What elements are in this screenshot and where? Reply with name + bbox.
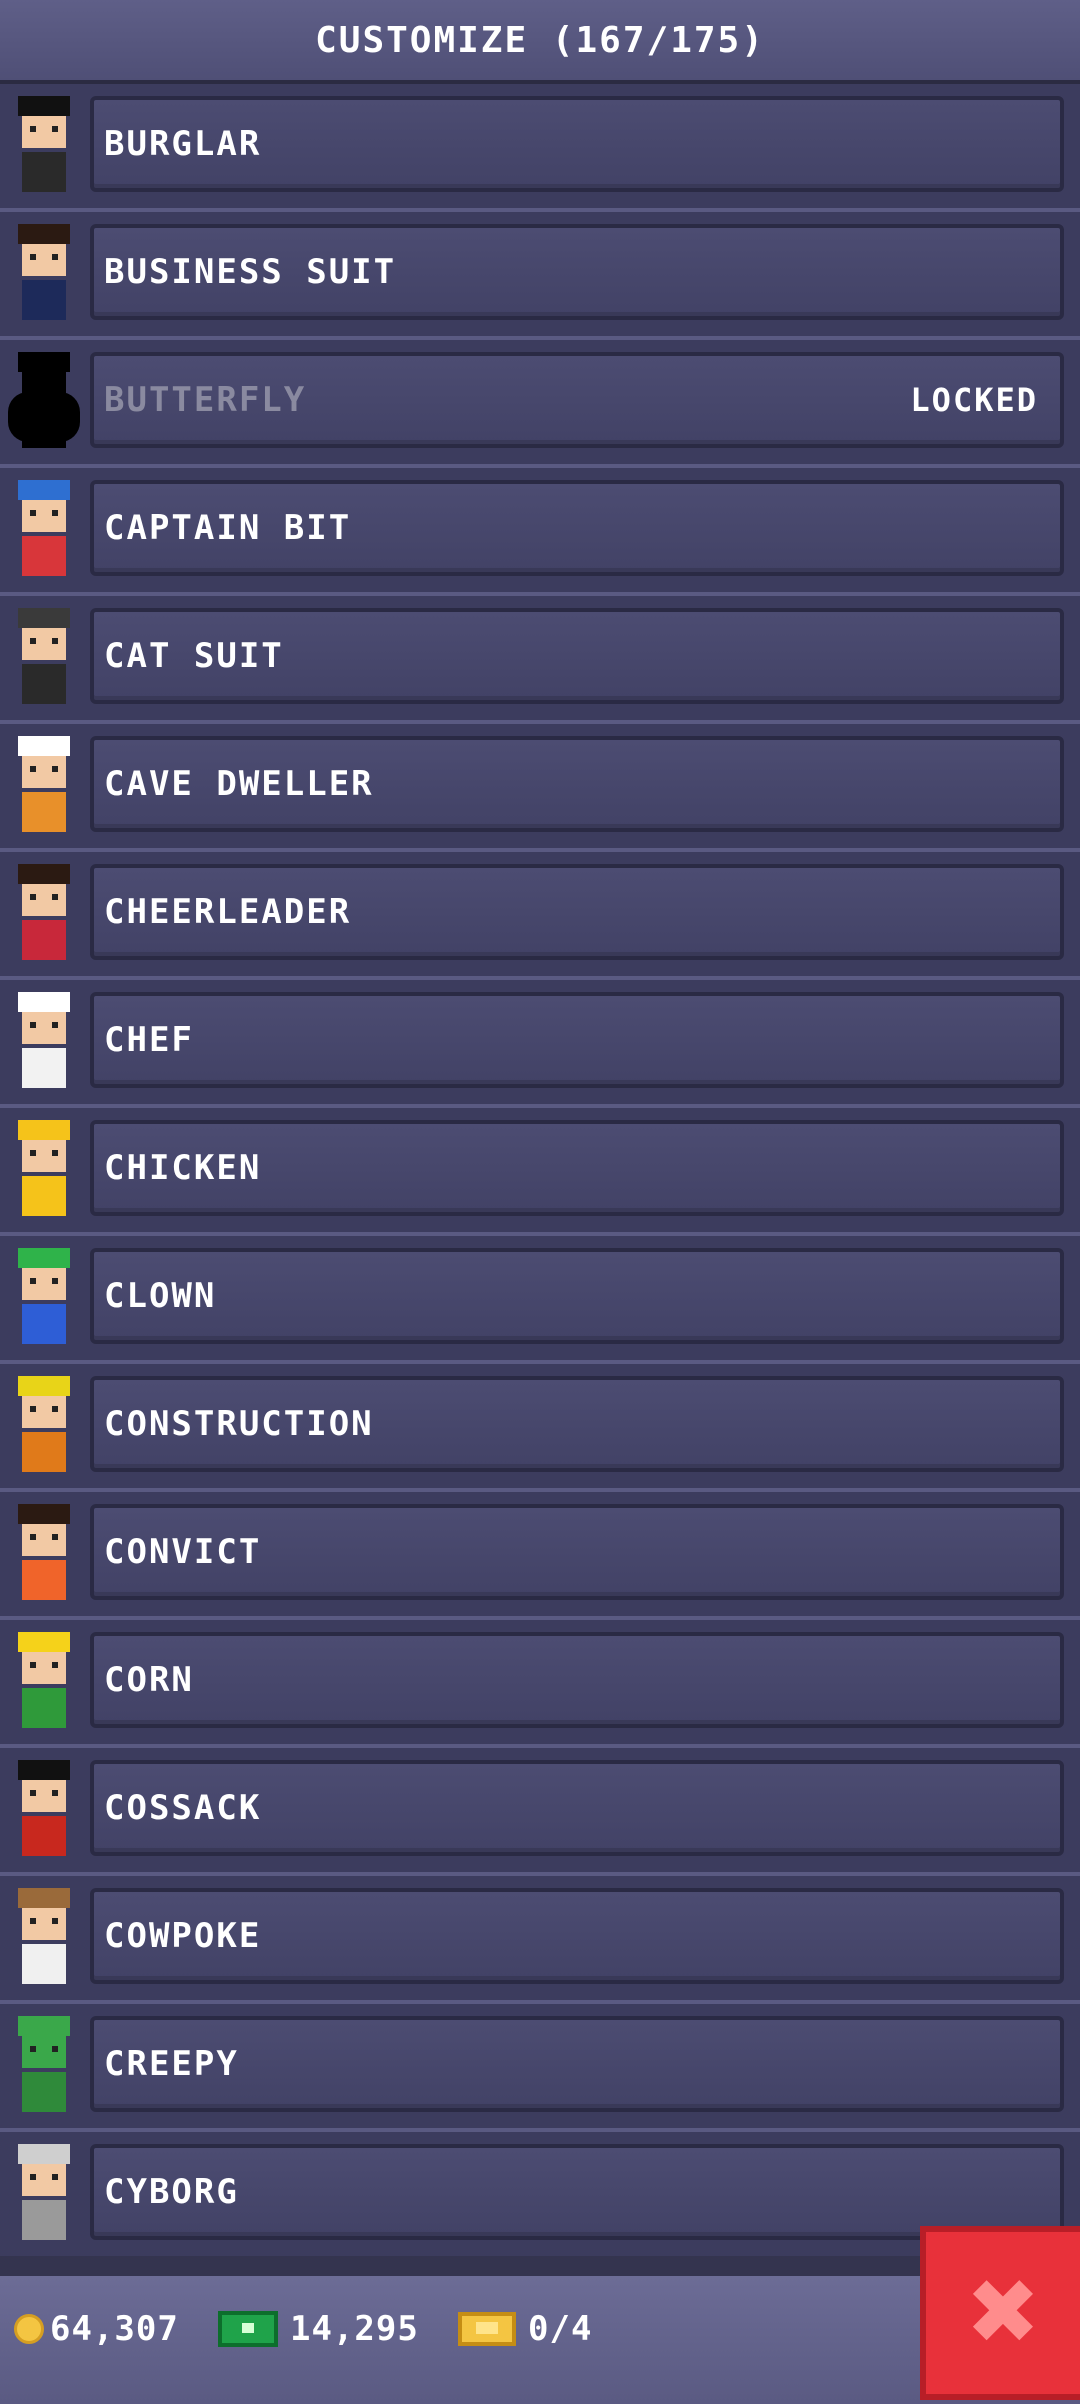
costume-label: CAT SUIT: [104, 636, 284, 676]
costume-label: CYBORG: [104, 2172, 239, 2212]
costume-row[interactable]: COSSACK: [0, 1744, 1080, 1872]
tickets-display: 0/4: [458, 2304, 592, 2354]
costume-label: COWPOKE: [104, 1916, 262, 1956]
costume-avatar-icon: [8, 1248, 80, 1352]
costume-row[interactable]: CAVE DWELLER: [0, 720, 1080, 848]
costume-button[interactable]: [90, 992, 1064, 1088]
close-button[interactable]: ✖: [920, 2226, 1080, 2400]
costume-row[interactable]: CAT SUIT: [0, 592, 1080, 720]
costume-list[interactable]: DIVERBURGLARBUSINESS SUITBUTTERFLYLOCKED…: [0, 0, 1080, 2256]
costume-row[interactable]: BURGLAR: [0, 80, 1080, 208]
page-title: CUSTOMIZE (167/175): [315, 19, 765, 61]
costume-avatar-icon: [8, 224, 80, 328]
costume-avatar-icon: [8, 1632, 80, 1736]
coins-value: 64,307: [50, 2309, 179, 2349]
costume-row[interactable]: CAPTAIN BIT: [0, 464, 1080, 592]
costume-row[interactable]: CLOWN: [0, 1232, 1080, 1360]
costume-avatar-icon: [8, 1760, 80, 1864]
costume-label: BURGLAR: [104, 124, 262, 164]
costume-label: CAVE DWELLER: [104, 764, 374, 804]
costume-avatar-icon: [8, 480, 80, 584]
coin-icon: [14, 2314, 44, 2344]
title-bar: CUSTOMIZE (167/175): [0, 0, 1080, 84]
costume-row[interactable]: BUTTERFLY LOCKED: [0, 336, 1080, 464]
costume-row[interactable]: CYBORG: [0, 2128, 1080, 2256]
costume-label: CHEF: [104, 1020, 194, 1060]
costume-label: CLOWN: [104, 1276, 217, 1316]
costume-avatar-icon: [8, 736, 80, 840]
costume-button[interactable]: [90, 1632, 1064, 1728]
costume-label: COSSACK: [104, 1788, 262, 1828]
bux-value: 14,295: [290, 2309, 419, 2349]
ticket-icon: [458, 2312, 516, 2346]
currency-bar: 64,307 14,295 0/4: [0, 2272, 1080, 2404]
coins-display: 64,307: [14, 2304, 179, 2354]
costume-label: BUSINESS SUIT: [104, 252, 397, 292]
costume-label: CAPTAIN BIT: [104, 508, 352, 548]
costume-avatar-icon: [8, 992, 80, 1096]
tickets-value: 0/4: [528, 2309, 593, 2349]
costume-avatar-icon: [8, 864, 80, 968]
costume-row[interactable]: COWPOKE: [0, 1872, 1080, 2000]
costume-row[interactable]: CHICKEN: [0, 1104, 1080, 1232]
costume-avatar-icon: [8, 96, 80, 200]
costume-button[interactable]: [90, 1248, 1064, 1344]
costume-label: CORN: [104, 1660, 194, 1700]
costume-avatar-icon: [8, 2144, 80, 2248]
bux-icon: [218, 2311, 278, 2347]
costume-row[interactable]: BUSINESS SUIT: [0, 208, 1080, 336]
costume-label: BUTTERFLY: [104, 380, 307, 420]
costume-row[interactable]: CHEERLEADER: [0, 848, 1080, 976]
costume-row[interactable]: CHEF: [0, 976, 1080, 1104]
locked-status: LOCKED: [910, 381, 1038, 419]
costume-avatar-icon: [8, 1120, 80, 1224]
costume-row[interactable]: CONVICT: [0, 1488, 1080, 1616]
costume-label: CHICKEN: [104, 1148, 262, 1188]
costume-row[interactable]: CREEPY: [0, 2000, 1080, 2128]
close-icon: ✖: [965, 2260, 1041, 2365]
costume-label: CONSTRUCTION: [104, 1404, 374, 1444]
costume-label: CREEPY: [104, 2044, 239, 2084]
costume-label: CHEERLEADER: [104, 892, 352, 932]
costume-label: CONVICT: [104, 1532, 262, 1572]
costume-row[interactable]: CONSTRUCTION: [0, 1360, 1080, 1488]
costume-avatar-icon: [8, 352, 80, 456]
costume-avatar-icon: [8, 608, 80, 712]
costume-avatar-icon: [8, 1888, 80, 1992]
costume-row[interactable]: CORN: [0, 1616, 1080, 1744]
costume-avatar-icon: [8, 1376, 80, 1480]
costume-avatar-icon: [8, 1504, 80, 1608]
costume-avatar-icon: [8, 2016, 80, 2120]
bux-display: 14,295: [218, 2304, 419, 2354]
